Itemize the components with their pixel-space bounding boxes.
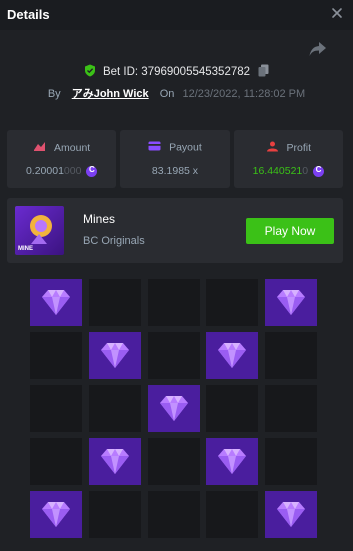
stat-amount: Amount 0.20001000 [7,130,117,188]
board-cell [147,332,200,379]
gem-icon [38,496,74,537]
profit-icon [266,141,279,155]
game-provider: BC Originals [83,235,145,247]
board-cell-gem [88,332,141,379]
payout-icon [148,141,161,154]
close-icon[interactable] [329,5,345,21]
board-cell [206,491,259,538]
stat-profit: Profit 16.4405210 [233,130,343,188]
profit-value: 16.440521 [252,165,303,177]
board-cell [88,385,141,432]
board-cell-gem [88,438,141,485]
bet-byline: By アみJohn Wick On 12/23/2022, 11:28:02 P… [0,85,353,101]
gem-icon [38,284,74,325]
board-cell-gem [147,385,200,432]
board-cell [265,332,317,379]
copy-icon[interactable] [258,64,269,80]
stats-row: Amount 0.20001000 Payout 83.1985 x Profi… [7,130,343,188]
gem-icon [214,443,250,484]
gem-icon [214,337,250,378]
board-cell [30,332,82,379]
user-link[interactable]: アみJohn Wick [72,88,149,100]
board-cell-gem [265,491,317,538]
board-cell [206,279,259,326]
bet-id: Bet ID: 37969005545352782 [102,66,251,78]
amount-icon [33,141,46,155]
amount-value: 0.20001 [25,165,64,177]
board-cell [147,279,200,326]
payout-label: Payout [169,141,202,154]
amount-value-dim: 000 [63,165,82,177]
by-label: By [47,88,61,100]
game-card: MINE Mines BC Originals Play Now [7,198,343,263]
board-cell [147,491,200,538]
board-cell [88,491,141,538]
bet-id-row: Bet ID: 37969005545352782 [0,64,353,80]
gem-icon [273,496,309,537]
mines-board [30,279,317,538]
amount-label: Amount [54,142,91,154]
profit-label: Profit [286,142,312,154]
board-cell-gem [265,279,317,326]
page-title: Details [7,7,50,22]
board-cell [265,385,317,432]
stat-payout: Payout 83.1985 x [120,130,230,188]
thumbnail-text: MINE [18,246,33,252]
gem-icon [97,443,133,484]
board-cell-gem [206,438,259,485]
game-name: Mines [83,212,116,226]
board-cell-gem [30,279,82,326]
play-now-button[interactable]: Play Now [246,218,334,244]
board-cell [206,385,259,432]
coin-icon [313,165,325,177]
board-cell [88,279,141,326]
board-cell-gem [30,491,82,538]
board-cell-gem [206,332,259,379]
game-thumbnail[interactable]: MINE [15,206,64,255]
board-cell [265,438,317,485]
payout-value: 83.1985 x [151,165,199,177]
gem-icon [273,284,309,325]
coin-icon [86,165,98,177]
gem-icon [156,390,192,431]
shield-check-icon [84,64,96,80]
header-bar: Details [0,0,353,30]
profit-value-dim: 0 [302,165,309,177]
board-cell [30,438,82,485]
board-cell [147,438,200,485]
on-label: On [159,88,175,100]
share-icon[interactable] [308,40,328,58]
board-cell [30,385,82,432]
bet-date: 12/23/2022, 11:28:02 PM [182,88,306,100]
gem-icon [97,337,133,378]
